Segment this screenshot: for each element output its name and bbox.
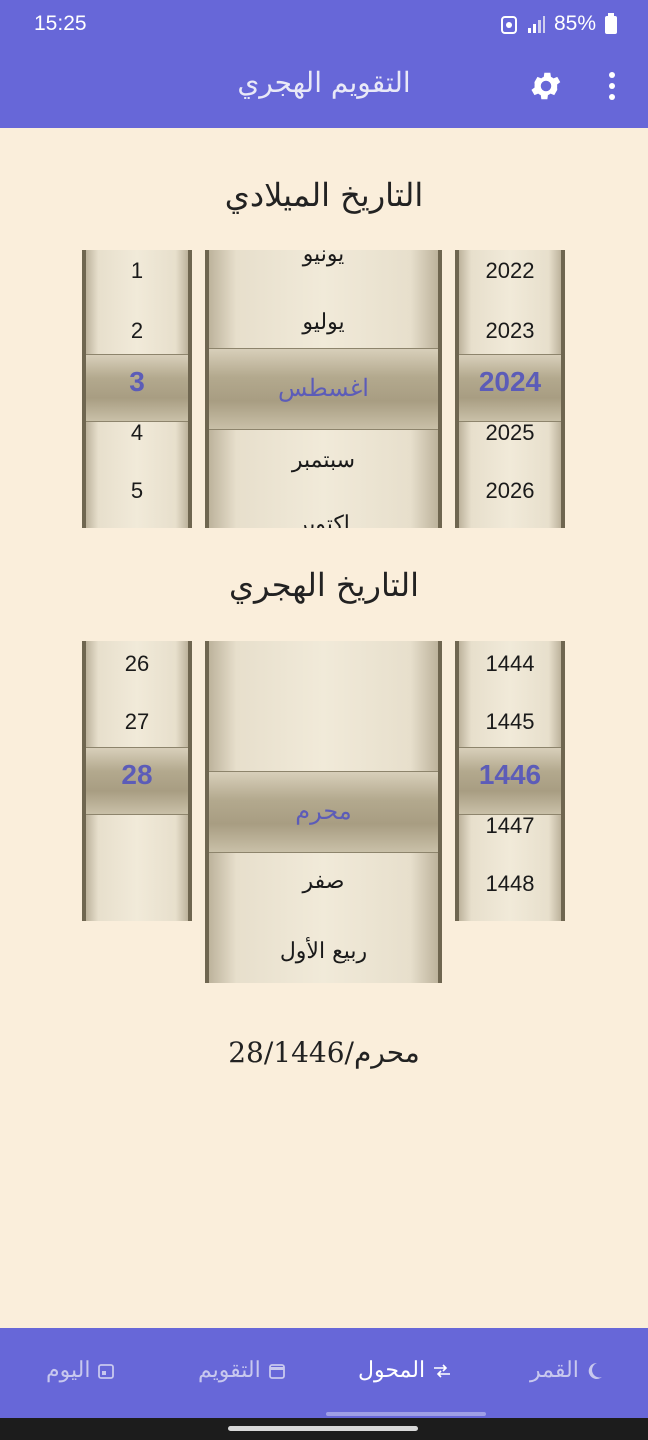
picker-item-selected[interactable]: محرم — [209, 797, 438, 825]
picker-item[interactable]: اكتوبر — [209, 512, 438, 528]
bottom-nav: القمر المحول التقويم اليوم — [0, 1328, 648, 1418]
calendar-icon — [268, 1363, 285, 1379]
picker-item-selected[interactable]: 3 — [86, 366, 188, 398]
converted-date: 28/محرم/1446 — [228, 1036, 420, 1069]
gregorian-day-picker[interactable]: 1 2 3 4 5 — [82, 250, 192, 528]
picker-item-selected[interactable]: 2024 — [459, 366, 561, 398]
picker-item[interactable]: 4 — [86, 420, 188, 446]
picker-item[interactable]: ربيع الأول — [209, 939, 438, 964]
home-gesture-pill[interactable] — [228, 1426, 418, 1431]
today-icon — [98, 1363, 115, 1379]
swap-icon — [434, 1363, 451, 1378]
picker-item[interactable]: 26 — [86, 651, 188, 677]
picker-item[interactable]: 1448 — [459, 871, 561, 897]
status-icons: 85% — [500, 12, 618, 36]
hijri-month-picker[interactable]: محرم صفر ربيع الأول — [205, 641, 442, 983]
gear-icon[interactable] — [528, 68, 564, 104]
system-nav-bar — [0, 1418, 648, 1440]
picker-item[interactable]: 2 — [86, 318, 188, 344]
picker-item[interactable]: 2022 — [459, 258, 561, 284]
recycle-icon — [500, 16, 517, 34]
picker-item[interactable]: 5 — [86, 478, 188, 504]
picker-item[interactable]: يوليو — [209, 310, 438, 335]
nav-converter[interactable]: المحول — [358, 1358, 451, 1383]
hijri-day-picker[interactable]: 26 27 28 — [82, 641, 192, 921]
battery-percent: 85% — [553, 12, 596, 35]
gregorian-title: التاريخ الميلادي — [224, 176, 424, 214]
hijri-title: التاريخ الهجري — [229, 566, 419, 604]
nav-moon[interactable]: القمر — [530, 1358, 603, 1383]
picker-item-selected[interactable]: اغسطس — [209, 374, 438, 402]
hijri-year-picker[interactable]: 1444 1445 1446 1447 1448 — [455, 641, 565, 921]
nav-converter-label: المحول — [358, 1358, 426, 1383]
picker-item[interactable]: 1445 — [459, 709, 561, 735]
picker-item[interactable]: سبتمبر — [209, 448, 438, 473]
moon-icon — [588, 1362, 602, 1379]
gregorian-year-picker[interactable]: 2022 2023 2024 2025 2026 — [455, 250, 565, 528]
nav-today[interactable]: اليوم — [46, 1358, 115, 1383]
picker-item-selected[interactable]: 28 — [86, 759, 188, 791]
signal-icon — [527, 16, 545, 33]
picker-item[interactable]: 2026 — [459, 478, 561, 504]
picker-item[interactable]: 1447 — [459, 813, 561, 839]
status-bar: 15:25 85% — [0, 0, 648, 48]
picker-item[interactable]: 1444 — [459, 651, 561, 677]
picker-item[interactable]: 27 — [86, 709, 188, 735]
nav-calendar-label: التقويم — [198, 1358, 261, 1383]
picker-item[interactable]: 2023 — [459, 318, 561, 344]
battery-icon — [605, 13, 617, 34]
nav-moon-label: القمر — [530, 1358, 579, 1383]
picker-item[interactable]: 1 — [86, 258, 188, 284]
nav-today-label: اليوم — [46, 1358, 91, 1383]
picker-item[interactable]: يونيو — [209, 250, 438, 267]
status-time: 15:25 — [34, 12, 87, 35]
gregorian-month-picker[interactable]: يونيو يوليو اغسطس سبتمبر اكتوبر — [205, 250, 442, 528]
app-bar: التقويم الهجري — [0, 48, 648, 128]
nav-calendar[interactable]: التقويم — [198, 1358, 285, 1383]
more-vert-icon[interactable] — [600, 68, 624, 104]
active-tab-indicator — [326, 1412, 486, 1416]
picker-item[interactable]: صفر — [209, 869, 438, 894]
picker-item[interactable]: 2025 — [459, 420, 561, 446]
picker-item-selected[interactable]: 1446 — [459, 759, 561, 791]
